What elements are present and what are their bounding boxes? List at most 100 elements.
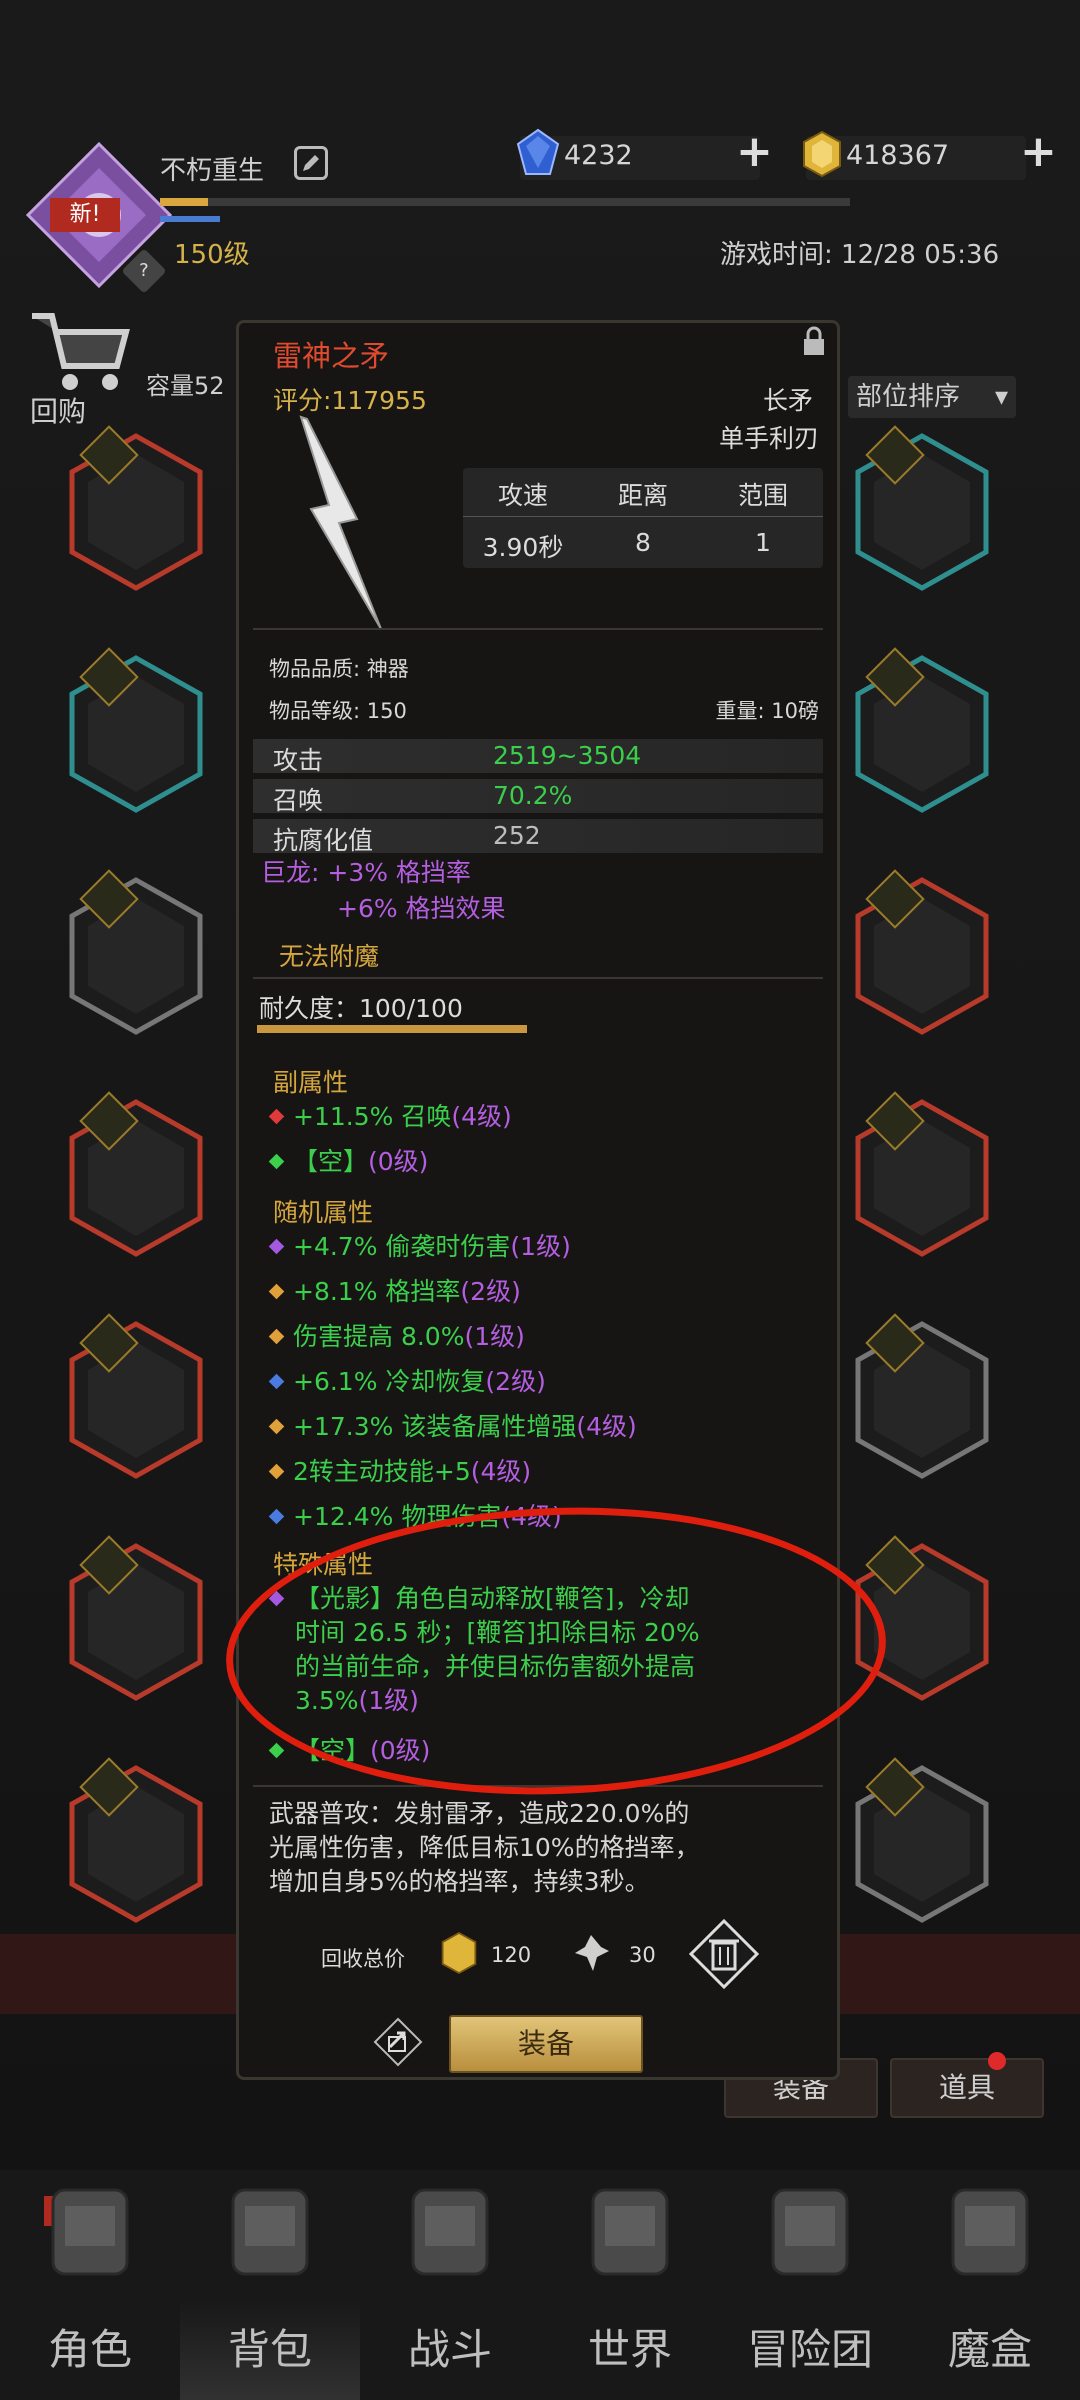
affix-line: 伤害提高 8.0%(1级) xyxy=(293,1317,525,1353)
item-type-main: 长矛 xyxy=(762,386,813,415)
cart-icon[interactable] xyxy=(22,306,132,400)
nav-icon xyxy=(215,2176,325,2286)
edit-name-icon[interactable] xyxy=(294,146,328,180)
nav-item-0[interactable]: 角色 xyxy=(0,2300,180,2400)
affix-level: (1级) xyxy=(464,1322,525,1351)
affix-dot xyxy=(268,1108,285,1125)
equip-slot[interactable] xyxy=(66,425,206,592)
stat-value: 1 xyxy=(755,528,771,557)
equip-slot[interactable] xyxy=(852,1313,992,1480)
affix-text: 伤害提高 8.0% xyxy=(293,1322,465,1351)
equip-slot[interactable] xyxy=(852,647,992,814)
equip-slot[interactable] xyxy=(66,1091,206,1258)
chevron-down-icon: ▾ xyxy=(994,382,1008,412)
nav-item-3[interactable]: 世界 xyxy=(540,2300,720,2400)
tab-items[interactable]: 道具 xyxy=(890,2058,1044,2118)
divider xyxy=(253,977,823,979)
affix-text: 2转主动技能+5 xyxy=(293,1457,471,1486)
stat-label: 召唤 xyxy=(273,786,324,815)
nav-icon xyxy=(575,2176,685,2286)
item-level: 物品等级: 150 xyxy=(269,699,407,723)
nav-icon xyxy=(755,2176,865,2286)
sort-dropdown[interactable]: 部位排序 ▾ xyxy=(848,376,1016,418)
divider xyxy=(253,628,823,630)
affix-text: +6.1% 冷却恢复 xyxy=(293,1367,486,1396)
gold-icon xyxy=(800,130,844,182)
desc-line: 增加自身5%的格挡率，持续3秒。 xyxy=(269,1867,650,1896)
nav-item-1[interactable]: 背包 xyxy=(180,2300,360,2400)
affix-level: (4级) xyxy=(451,1102,512,1131)
stat-value: 70.2% xyxy=(493,781,573,810)
affix-line: 2转主动技能+5(4级) xyxy=(293,1452,531,1488)
stat-header: 攻速 xyxy=(497,481,548,510)
lock-icon[interactable] xyxy=(799,325,829,361)
add-gold-button[interactable]: + xyxy=(1020,126,1057,177)
equip-slot[interactable] xyxy=(66,1313,206,1480)
equip-slot[interactable] xyxy=(852,1091,992,1258)
affix-text: +4.7% 偷袭时伤害 xyxy=(293,1232,511,1261)
random-title: 随机属性 xyxy=(273,1198,374,1227)
gem-icon xyxy=(516,128,560,182)
equip-slot[interactable] xyxy=(66,1757,206,1924)
set-bonus-1: 巨龙: +3% 格挡率 xyxy=(261,858,471,887)
affix-level: (4级) xyxy=(576,1412,637,1441)
desc-line: 武器普攻：发射雷矛，造成220.0%的 xyxy=(269,1799,690,1828)
base-stat-row: 召唤 70.2% xyxy=(253,779,823,815)
item-weight: 重量: 10磅 xyxy=(715,699,819,723)
nav-item-2[interactable]: 战斗 xyxy=(360,2300,540,2400)
equip-slot[interactable] xyxy=(66,869,206,1036)
gold-icon xyxy=(439,1931,479,1979)
recycle-label[interactable]: 回购 xyxy=(30,390,86,430)
share-icon[interactable] xyxy=(373,2017,423,2071)
stat-value: 252 xyxy=(493,821,541,850)
equip-slot[interactable] xyxy=(66,647,206,814)
item-type-sub: 单手利刃 xyxy=(718,424,819,453)
equip-slot[interactable] xyxy=(66,1535,206,1702)
item-tooltip: 雷神之矛 评分:117955 长矛 单手利刃 攻速 距离 范围 3.90秒 8 … xyxy=(236,320,840,2080)
weapon-description: 武器普攻：发射雷矛，造成220.0%的 光属性伤害，降低目标10%的格挡率， 增… xyxy=(269,1797,700,1899)
recycle-gold: 120 xyxy=(491,1943,532,1967)
affix-dot xyxy=(268,1238,285,1255)
affix-line: +8.1% 格挡率(2级) xyxy=(293,1272,521,1308)
stat-header: 距离 xyxy=(617,481,668,510)
equip-slot[interactable] xyxy=(852,425,992,592)
affix-text: 【空】 xyxy=(293,1147,369,1176)
recycle-shard: 30 xyxy=(629,1943,656,1967)
new-badge: 新! xyxy=(50,198,120,232)
affix-text: +8.1% 格挡率 xyxy=(293,1277,461,1306)
add-gems-button[interactable]: + xyxy=(736,126,773,177)
affix-dot xyxy=(268,1373,285,1390)
player-name: 不朽重生 xyxy=(160,156,265,186)
affix-dot xyxy=(268,1328,285,1345)
affix-level: (1级) xyxy=(510,1232,571,1261)
sort-label: 部位排序 xyxy=(856,382,961,412)
nav-item-4[interactable]: 冒险团 xyxy=(720,2300,900,2400)
affix-level: (4级) xyxy=(470,1457,532,1486)
game-time: 游戏时间: 12/28 05:36 xyxy=(720,240,1000,270)
durability-bar xyxy=(257,1025,527,1033)
gem-count: 4232 xyxy=(564,140,633,171)
gold-count: 418367 xyxy=(846,140,950,171)
stat-label: 攻击 xyxy=(273,746,324,775)
nav-icon xyxy=(935,2176,1045,2286)
base-stat-row: 攻击 2519~3504 xyxy=(253,739,823,775)
notification-dot xyxy=(988,2052,1006,2070)
equip-slot[interactable] xyxy=(852,1757,992,1924)
affix-line: +17.3% 该装备属性增强(4级) xyxy=(293,1407,637,1443)
equip-slot[interactable] xyxy=(852,869,992,1036)
nav-item-5[interactable]: 魔盒 xyxy=(900,2300,1080,2400)
affix-dot xyxy=(268,1463,285,1480)
affix-dot xyxy=(268,1418,285,1435)
bag-capacity: 容量52 xyxy=(146,372,225,400)
no-enchant: 无法附魔 xyxy=(279,942,380,971)
affix-text: +17.3% 该装备属性增强 xyxy=(293,1412,577,1441)
nav-icon xyxy=(395,2176,505,2286)
stat-label: 抗腐化值 xyxy=(273,826,374,855)
shard-icon xyxy=(571,1933,611,1977)
secondary-title: 副属性 xyxy=(273,1068,349,1097)
stat-value: 3.90秒 xyxy=(482,533,564,562)
trash-icon[interactable] xyxy=(688,1918,760,1993)
equip-button[interactable]: 装备 xyxy=(449,2015,643,2073)
recycle-total-label: 回收总价 xyxy=(321,1947,405,1971)
base-stat-row: 抗腐化值 252 xyxy=(253,819,823,855)
